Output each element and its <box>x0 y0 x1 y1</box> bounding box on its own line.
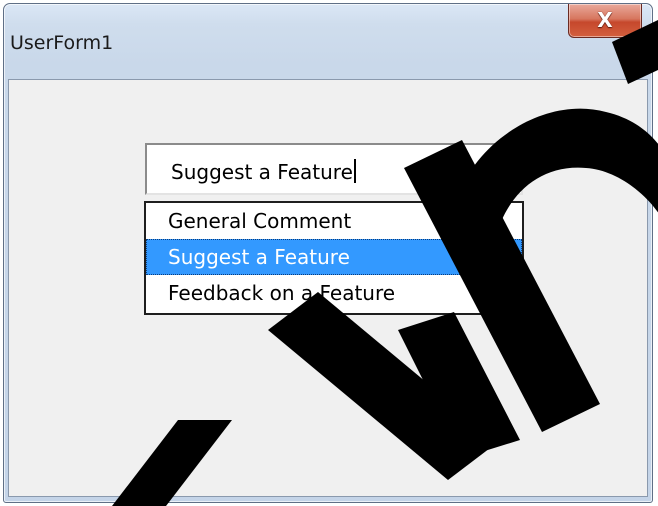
close-button[interactable]: X <box>568 4 642 38</box>
dropdown-option-feedback-on-a-feature[interactable]: Feedback on a Feature <box>146 275 522 311</box>
feedback-type-combobox[interactable]: Suggest a Feature <box>145 143 523 195</box>
form-client-area: Suggest a Feature General Comment Sugges… <box>8 79 648 497</box>
combobox-value: Suggest a Feature <box>171 160 353 184</box>
dropdown-option-suggest-a-feature[interactable]: Suggest a Feature <box>146 239 522 275</box>
close-icon: X <box>597 8 613 32</box>
combobox-text-field[interactable]: Suggest a Feature <box>171 159 356 184</box>
title-bar[interactable]: UserForm1 X <box>4 4 652 78</box>
dropdown-list: General Comment Suggest a Feature Feedba… <box>144 201 524 315</box>
chevron-down-icon <box>503 167 511 172</box>
text-caret <box>353 159 356 183</box>
userform-window: UserForm1 X Suggest a Feature General Co… <box>3 3 653 503</box>
window-title: UserForm1 <box>10 32 114 54</box>
dropdown-option-general-comment[interactable]: General Comment <box>146 203 522 239</box>
dropdown-button[interactable] <box>495 149 519 189</box>
